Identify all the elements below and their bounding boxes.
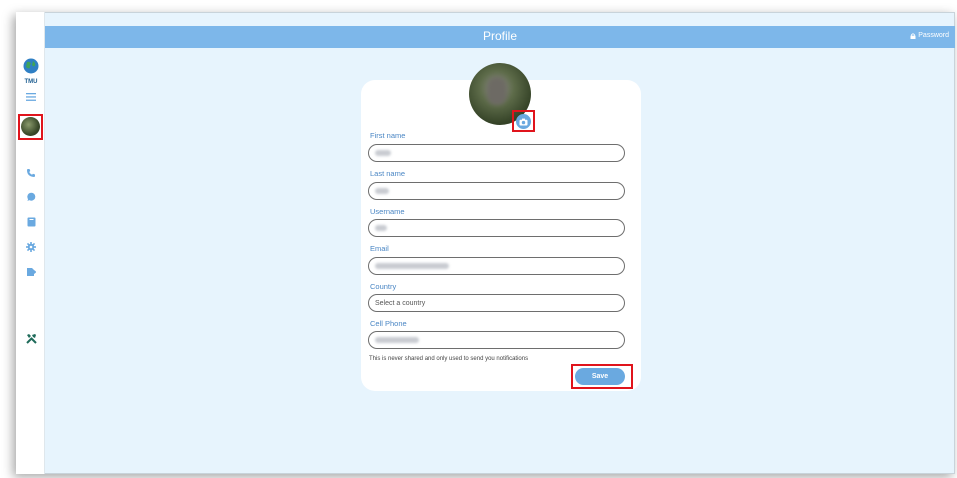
phone-icon[interactable] — [24, 166, 38, 180]
app-logo[interactable]: TMU — [22, 58, 40, 85]
globe-icon — [23, 58, 39, 74]
sidebar-avatar[interactable] — [21, 117, 40, 136]
first-name-field[interactable] — [368, 144, 625, 162]
camera-icon — [519, 118, 528, 125]
page-title: Profile — [482, 29, 517, 43]
email-field[interactable] — [368, 257, 625, 275]
username-field[interactable] — [368, 219, 625, 237]
tools-icon[interactable] — [24, 331, 38, 345]
header-bar: Profile Password — [45, 26, 955, 48]
cell-phone-field[interactable] — [368, 331, 625, 349]
country-placeholder: Select a country — [375, 299, 426, 307]
file-export-icon[interactable] — [24, 265, 38, 279]
country-label: Country — [370, 282, 397, 291]
cell-phone-label: Cell Phone — [370, 319, 407, 328]
cell-phone-value — [375, 337, 419, 343]
first-name-label: First name — [370, 131, 406, 140]
last-name-field[interactable] — [368, 182, 625, 200]
avatar-face — [487, 77, 507, 105]
chat-icon[interactable] — [24, 190, 38, 204]
logo-text: TMU — [24, 79, 38, 85]
email-value — [375, 263, 449, 269]
helper-text: This is never shared and only used to se… — [369, 356, 529, 362]
email-label: Email — [370, 244, 389, 253]
book-icon[interactable] — [24, 215, 38, 229]
username-label: Username — [370, 207, 405, 216]
change-photo-button[interactable] — [516, 114, 531, 129]
country-select[interactable]: Select a country — [368, 294, 625, 312]
last-name-label: Last name — [370, 169, 406, 178]
menu-icon[interactable] — [24, 90, 38, 104]
password-link[interactable]: Password — [910, 32, 949, 39]
last-name-value — [375, 188, 389, 194]
lock-icon — [910, 32, 916, 39]
gear-icon[interactable] — [24, 240, 38, 254]
password-label: Password — [918, 32, 949, 39]
username-value — [375, 225, 387, 231]
save-button[interactable]: Save — [575, 368, 625, 385]
first-name-value — [375, 150, 391, 156]
